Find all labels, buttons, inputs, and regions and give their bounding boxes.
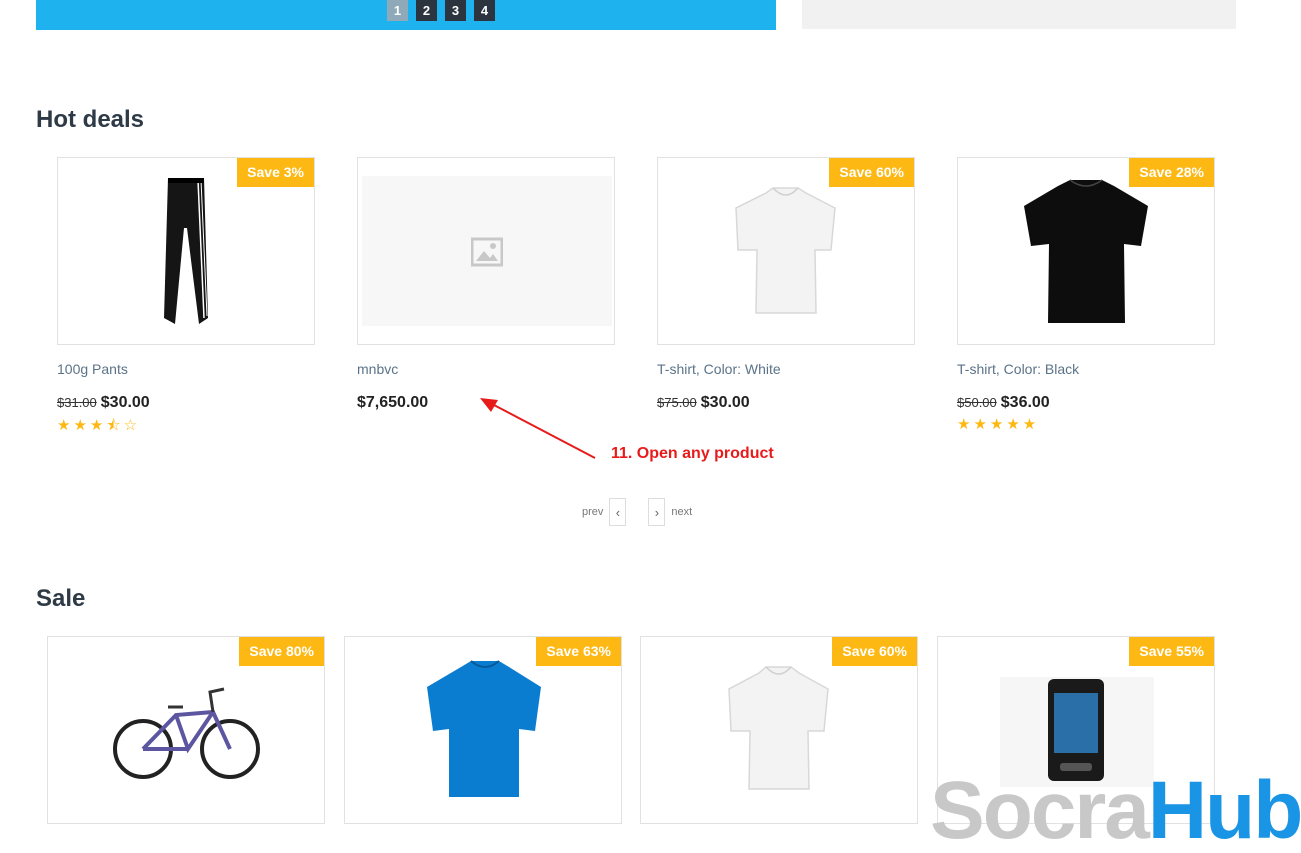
rating-stars: ★★★★★	[957, 416, 1040, 433]
price: $30.00	[700, 394, 750, 411]
hot-deals-title: Hot deals	[36, 106, 145, 133]
socrahub-watermark: SocraHub	[930, 765, 1301, 853]
product-card[interactable]: Save 80%	[47, 636, 325, 824]
price-row: $7,650.00	[357, 394, 615, 412]
slider-pagination: 1 2 3 4	[387, 0, 495, 21]
rating-stars: ★★★⯪☆	[57, 417, 141, 434]
price: $7,650.00	[357, 394, 429, 411]
price: $36.00	[1000, 394, 1050, 411]
product-image[interactable]: Save 80%	[47, 636, 325, 824]
product-image[interactable]: Save 60%	[657, 157, 915, 345]
product-image[interactable]: Save 3%	[57, 157, 315, 345]
sale-title: Sale	[36, 585, 86, 612]
placeholder-image-icon	[471, 237, 503, 267]
product-card[interactable]: mnbvc $7,650.00	[357, 157, 615, 412]
product-card[interactable]: Save 60%	[640, 636, 918, 824]
chevron-left-icon: ‹	[615, 504, 621, 520]
side-banner[interactable]	[802, 0, 1236, 29]
save-badge: Save 80%	[239, 637, 324, 666]
annotation-text: 11. Open any product	[611, 445, 774, 462]
product-name[interactable]: 100g Pants	[57, 361, 315, 377]
old-price: $75.00	[657, 395, 697, 410]
product-card[interactable]: Save 60% T-shirt, Color: White $75.00 $3…	[657, 157, 915, 412]
next-label[interactable]: next	[671, 506, 692, 518]
prev-button[interactable]: ‹	[609, 498, 627, 526]
product-image[interactable]	[357, 157, 615, 345]
product-image[interactable]: Save 60%	[640, 636, 918, 824]
product-card[interactable]: Save 63%	[344, 636, 622, 824]
product-card[interactable]: Save 28% T-shirt, Color: Black $50.00 $3…	[957, 157, 1215, 433]
slide-dot-4[interactable]: 4	[474, 0, 495, 21]
carousel-pager: prev ‹ › next	[582, 498, 692, 526]
half-star-icon: ⯪	[106, 417, 124, 434]
price: $30.00	[100, 394, 150, 411]
chevron-right-icon: ›	[654, 504, 660, 520]
save-badge: Save 60%	[832, 637, 917, 666]
old-price: $50.00	[957, 395, 997, 410]
next-button[interactable]: ›	[648, 498, 666, 526]
product-name[interactable]: T-shirt, Color: White	[657, 361, 915, 377]
price-row: $31.00 $30.00	[57, 394, 315, 412]
price-row: $50.00 $36.00	[957, 394, 1215, 412]
slide-dot-2[interactable]: 2	[416, 0, 437, 21]
product-image[interactable]: Save 28%	[957, 157, 1215, 345]
save-badge: Save 55%	[1129, 637, 1214, 666]
old-price: $31.00	[57, 395, 97, 410]
save-badge: Save 63%	[536, 637, 621, 666]
prev-label[interactable]: prev	[582, 506, 603, 518]
slide-dot-1[interactable]: 1	[387, 0, 408, 21]
save-badge: Save 3%	[237, 158, 314, 187]
product-name[interactable]: T-shirt, Color: Black	[957, 361, 1215, 377]
slide-dot-3[interactable]: 3	[445, 0, 466, 21]
price-row: $75.00 $30.00	[657, 394, 915, 412]
save-badge: Save 60%	[829, 158, 914, 187]
product-image[interactable]: Save 63%	[344, 636, 622, 824]
product-card[interactable]: Save 3% 100g Pants $31.00 $30.00 ★★★⯪☆	[57, 157, 315, 440]
slider-banner: 1 2 3 4	[36, 0, 776, 30]
save-badge: Save 28%	[1129, 158, 1214, 187]
product-name[interactable]: mnbvc	[357, 361, 615, 377]
